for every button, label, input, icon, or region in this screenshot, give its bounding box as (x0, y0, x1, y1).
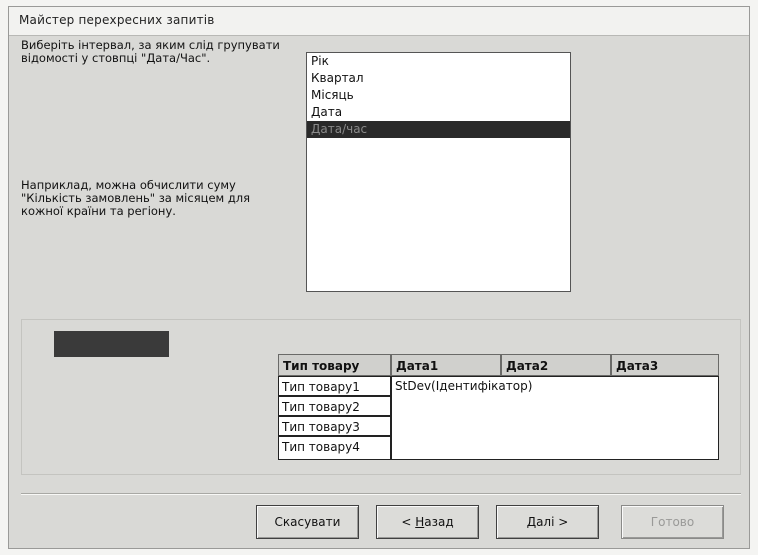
finish-button[interactable]: Готово (621, 505, 724, 539)
interval-option-datetime[interactable]: Дата/час (307, 121, 570, 138)
window-title: Майстер перехресних запитів (19, 13, 215, 27)
next-label: Далі > (526, 515, 569, 529)
value-expression: StDev(Ідентифікатор) (395, 379, 533, 393)
interval-option-month[interactable]: Місяць (307, 87, 570, 104)
interval-listbox[interactable]: Рік Квартал Місяць Дата Дата/час (306, 52, 571, 292)
row-cell-2: Тип товару2 (278, 396, 391, 416)
back-prefix: < (401, 515, 416, 529)
column-header-1: Дата1 (391, 354, 501, 376)
cancel-label: Скасувати (274, 515, 341, 529)
back-button[interactable]: < Назад (376, 505, 479, 539)
column-header-3: Дата3 (611, 354, 719, 376)
back-label: азад (424, 515, 454, 529)
finish-label: Готово (650, 515, 695, 529)
interval-option-year[interactable]: Рік (307, 53, 570, 70)
value-area: StDev(Ідентифікатор) (391, 376, 719, 460)
cancel-button[interactable]: Скасувати (256, 505, 359, 539)
row-cell-3: Тип товару3 (278, 416, 391, 436)
sample-preview: Тип товару Дата1 Дата2 Дата3 Тип товару1… (21, 319, 741, 475)
row-cell-1: Тип товару1 (278, 376, 391, 396)
interval-option-date[interactable]: Дата (307, 104, 570, 121)
crosstab-wizard-window: Майстер перехресних запитів Виберіть інт… (8, 6, 750, 549)
example-text: Наприклад, можна обчислити суму "Кількіс… (21, 178, 251, 218)
next-button[interactable]: Далі > (496, 505, 599, 539)
interval-option-quarter[interactable]: Квартал (307, 70, 570, 87)
row-cell-4: Тип товару4 (278, 436, 391, 460)
sample-label-box (54, 331, 169, 357)
back-hotkey: Н (415, 515, 425, 529)
title-bar: Майстер перехресних запитів (9, 7, 749, 36)
instruction-text: Виберіть інтервал, за яким слід групуват… (21, 38, 280, 65)
column-header-2: Дата2 (501, 354, 611, 376)
button-divider (21, 493, 741, 495)
row-header-cell: Тип товару (278, 354, 391, 376)
